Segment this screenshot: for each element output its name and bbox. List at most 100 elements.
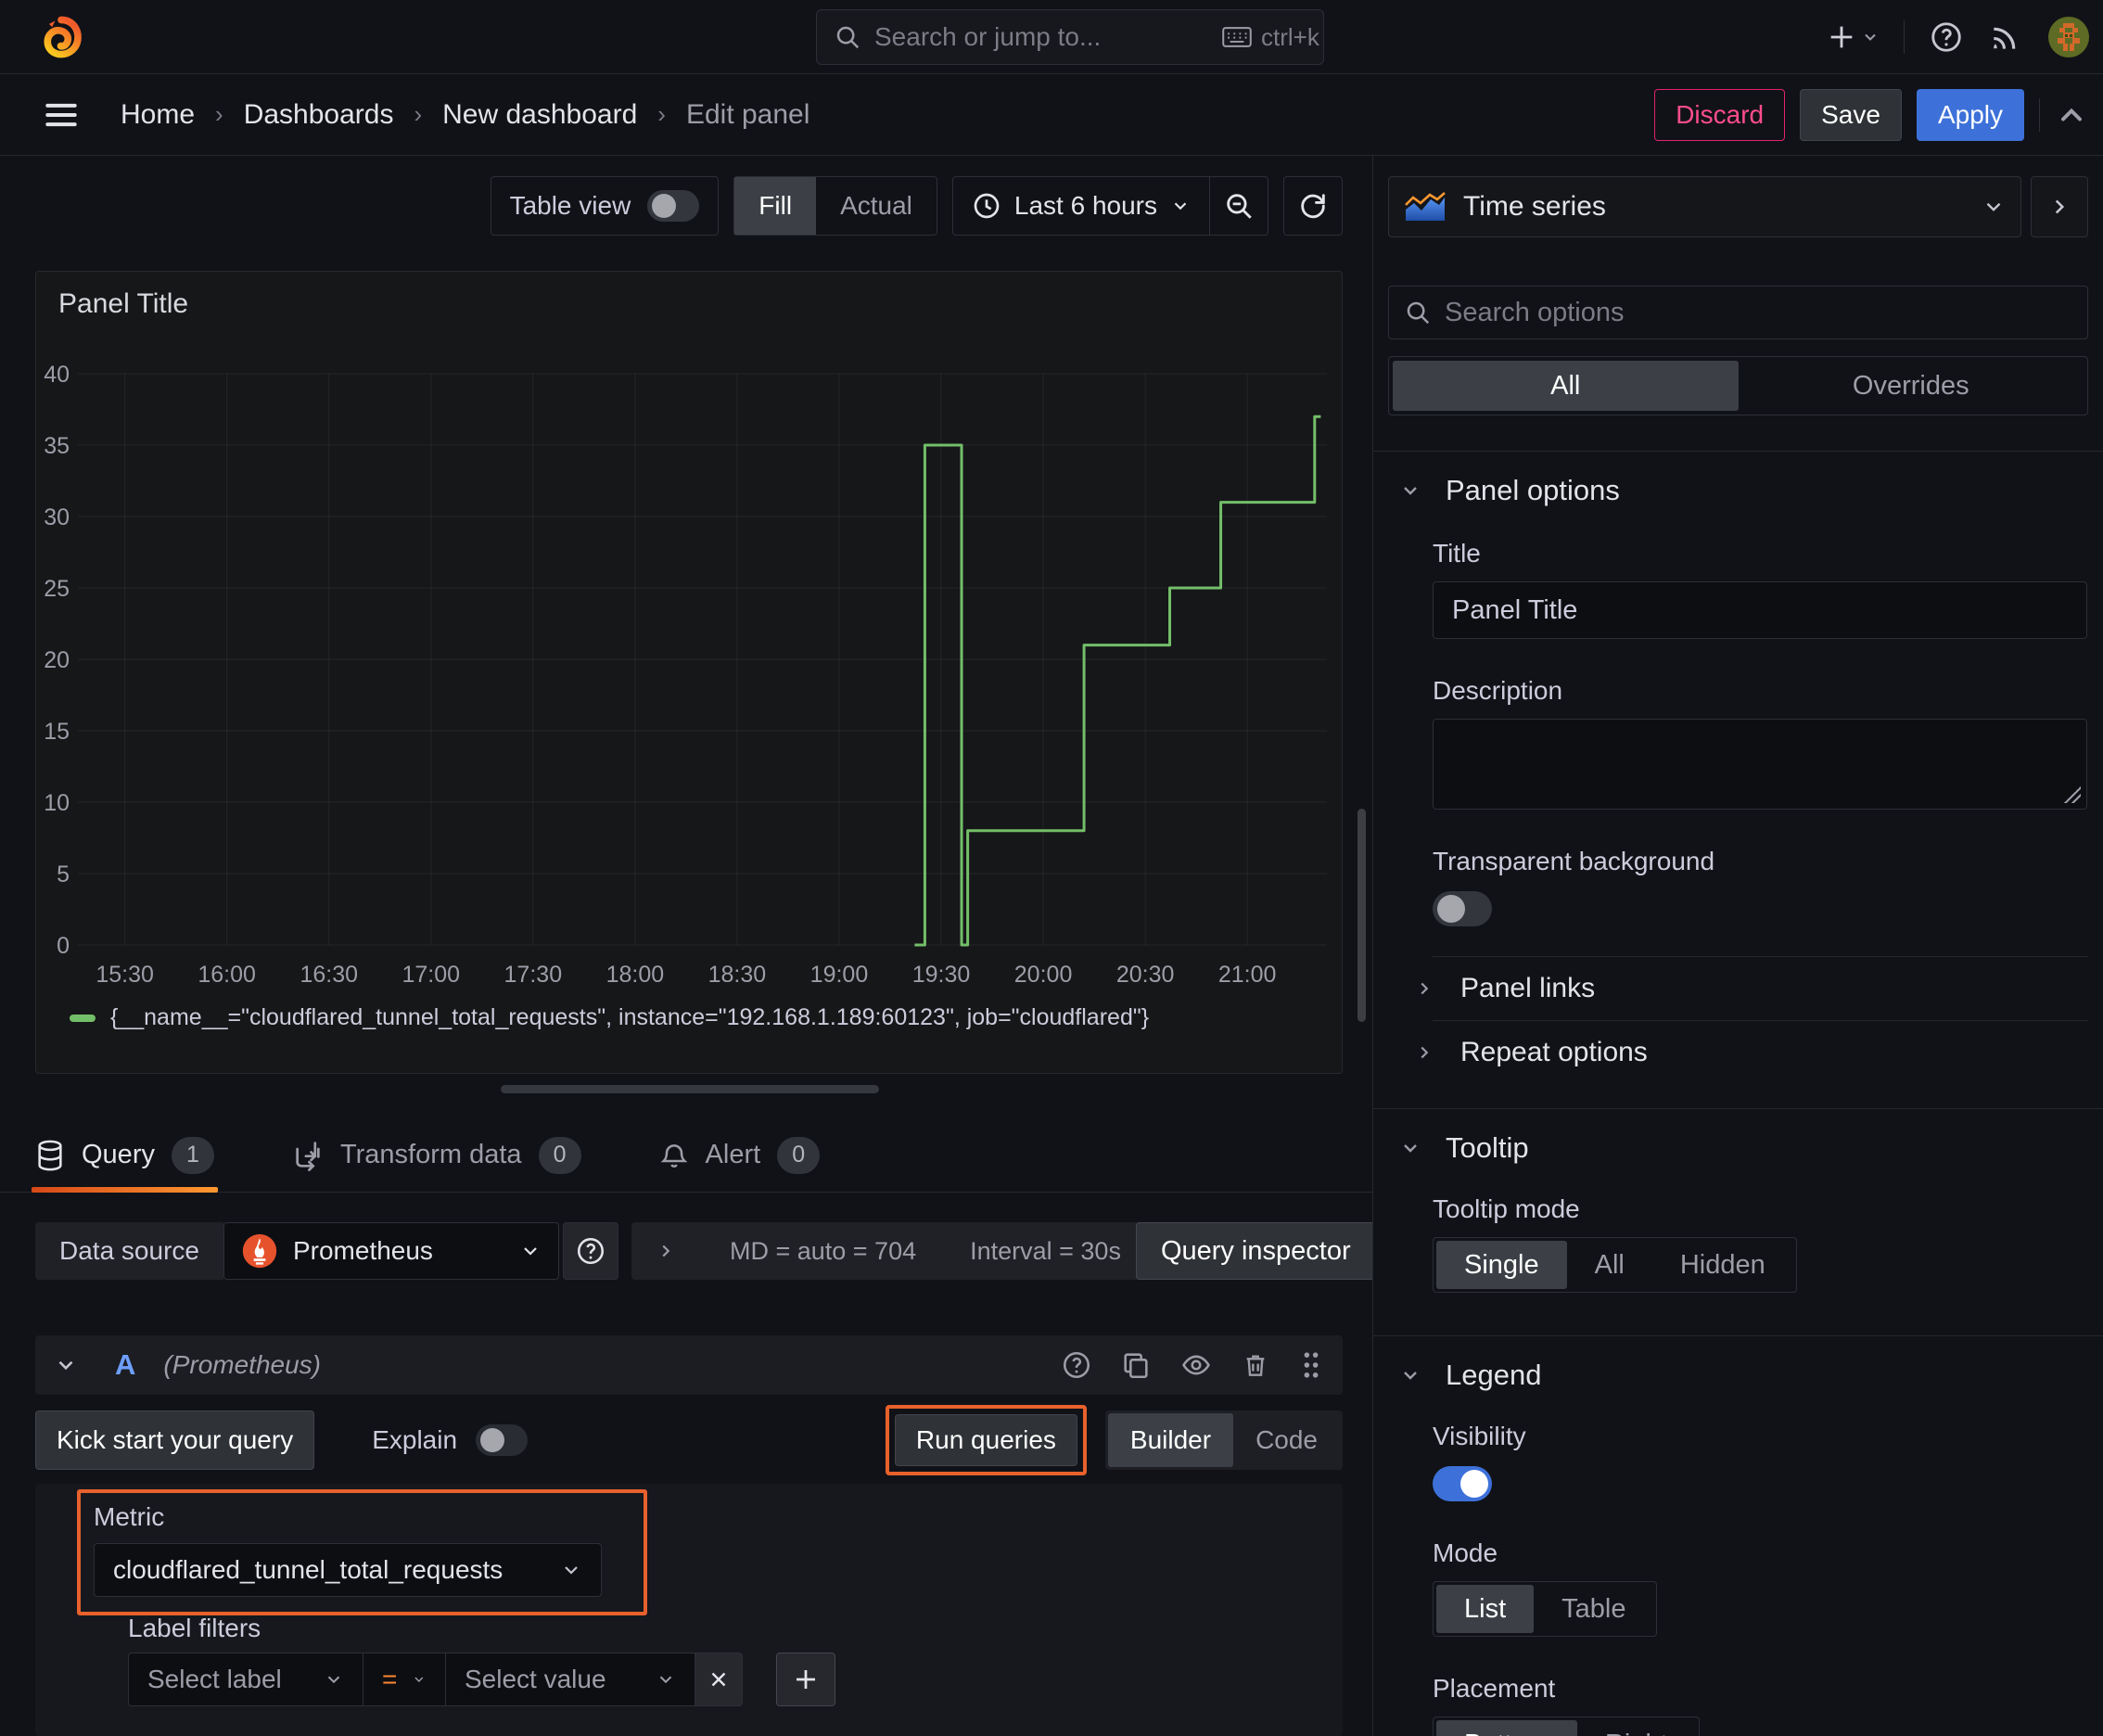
datasource-help-button[interactable]	[562, 1222, 618, 1280]
table-view-control: Table view	[490, 176, 720, 236]
chevron-down-icon[interactable]	[54, 1353, 78, 1377]
tab-query[interactable]: Query 1	[32, 1118, 218, 1193]
datasource-row: Data source Prometheus MD = auto = 704 I…	[35, 1222, 1376, 1280]
discard-button[interactable]: Discard	[1654, 88, 1786, 141]
breadcrumb-bar: Home › Dashboards › New dashboard › Edit…	[0, 74, 2103, 156]
time-range-picker[interactable]: Last 6 hours	[953, 177, 1209, 235]
options-search[interactable]	[1388, 286, 2088, 339]
menu-toggle-icon[interactable]	[41, 95, 82, 135]
mode-list-option[interactable]: List	[1436, 1585, 1535, 1633]
svg-text:10: 10	[44, 790, 70, 816]
duplicate-query-icon[interactable]	[1120, 1349, 1152, 1381]
tooltip-all-option[interactable]: All	[1567, 1241, 1652, 1289]
run-queries-button[interactable]: Run queries	[894, 1414, 1077, 1466]
divider	[2039, 97, 2040, 132]
fill-option[interactable]: Fill	[734, 177, 817, 235]
collapse-header-icon[interactable]	[2055, 98, 2088, 132]
query-inspector-button[interactable]: Query inspector	[1135, 1222, 1376, 1280]
remove-filter-button[interactable]	[695, 1653, 743, 1706]
options-search-input[interactable]	[1445, 297, 2072, 328]
query-ref-datasource: (Prometheus)	[163, 1350, 322, 1379]
description-textarea[interactable]	[1433, 719, 2087, 810]
visualization-picker[interactable]: Time series	[1388, 176, 2021, 237]
global-search-input[interactable]	[874, 22, 1209, 52]
svg-text:17:30: 17:30	[504, 962, 563, 988]
grafana-logo-icon[interactable]	[39, 15, 83, 59]
breadcrumb-dashboards[interactable]: Dashboards	[244, 99, 394, 131]
code-option[interactable]: Code	[1233, 1413, 1340, 1467]
section-repeat-options[interactable]: Repeat options	[1414, 1021, 2088, 1084]
chevron-down-icon	[414, 1677, 424, 1682]
svg-text:20: 20	[44, 647, 70, 673]
chevron-right-icon: ›	[414, 100, 423, 128]
breadcrumb-new-dashboard[interactable]: New dashboard	[442, 99, 637, 131]
transparent-bg-toggle[interactable]	[1433, 891, 1492, 926]
legend-visibility-toggle[interactable]	[1433, 1466, 1492, 1501]
zoom-out-button[interactable]	[1210, 176, 1268, 236]
datasource-picker[interactable]: Prometheus	[223, 1222, 559, 1280]
svg-text:18:00: 18:00	[606, 962, 665, 988]
explain-toggle[interactable]	[476, 1424, 529, 1456]
select-label-dropdown[interactable]: Select label	[128, 1653, 363, 1706]
svg-text:5: 5	[57, 862, 70, 887]
timeseries-plot: 0 5 10 15 20 25 30 35 40 15:30 16:00 16:30 17:00 17:3…	[44, 362, 1327, 988]
delete-query-icon[interactable]	[1241, 1349, 1270, 1381]
table-view-toggle[interactable]	[647, 190, 700, 222]
search-icon	[1404, 299, 1432, 326]
section-panel-links[interactable]: Panel links	[1414, 957, 2088, 1020]
breadcrumb-home[interactable]: Home	[121, 99, 195, 131]
scrollbar-thumb[interactable]	[1357, 809, 1366, 1022]
global-search[interactable]: ctrl+k	[816, 9, 1324, 65]
actual-option[interactable]: Actual	[816, 177, 937, 235]
apply-button[interactable]: Apply	[1916, 88, 2024, 141]
news-feed-icon[interactable]	[1988, 19, 2023, 55]
query-help-icon[interactable]	[1061, 1349, 1092, 1381]
select-value-dropdown[interactable]: Select value	[445, 1653, 695, 1706]
series-label: {__name__="cloudflared_tunnel_total_requ…	[110, 1004, 1150, 1030]
operator-dropdown[interactable]: =	[363, 1653, 446, 1706]
metric-select[interactable]: cloudflared_tunnel_total_requests	[94, 1543, 602, 1597]
refresh-button[interactable]	[1284, 176, 1342, 236]
add-filter-button[interactable]	[776, 1653, 835, 1706]
tab-overrides[interactable]: Overrides	[1739, 361, 2084, 411]
placement-bottom-option[interactable]: Bottom	[1436, 1720, 1577, 1736]
label-filter-row: Select label = Select value	[128, 1653, 835, 1706]
tab-all[interactable]: All	[1393, 361, 1739, 411]
tab-transform-data[interactable]: Transform data 0	[292, 1118, 581, 1192]
save-button[interactable]: Save	[1800, 88, 1902, 141]
panel-resize-handle[interactable]	[501, 1085, 879, 1093]
tooltip-single-option[interactable]: Single	[1436, 1241, 1567, 1289]
legend-item[interactable]: {__name__="cloudflared_tunnel_total_requ…	[70, 1004, 1149, 1031]
builder-option[interactable]: Builder	[1107, 1413, 1234, 1467]
resize-grip-icon[interactable]	[2064, 786, 2081, 803]
drag-handle-icon[interactable]	[1298, 1349, 1324, 1381]
help-button[interactable]	[1929, 19, 1964, 55]
panel-title-input[interactable]	[1433, 581, 2087, 639]
panel-toolbar: Table view Fill Actual Last 6 hours	[490, 176, 1343, 236]
hide-query-icon[interactable]	[1179, 1349, 1213, 1381]
tooltip-hidden-option[interactable]: Hidden	[1652, 1241, 1793, 1289]
placement-right-option[interactable]: Right	[1577, 1720, 1696, 1736]
mode-table-option[interactable]: Table	[1534, 1585, 1653, 1633]
user-avatar[interactable]	[2047, 16, 2090, 58]
run-queries-highlight: Run queries	[885, 1405, 1087, 1475]
add-new-button[interactable]	[1826, 21, 1880, 53]
section-tooltip[interactable]: Tooltip	[1388, 1109, 2088, 1183]
keyboard-icon	[1222, 26, 1252, 48]
chevron-down-icon	[1404, 1372, 1417, 1380]
kick-start-query-button[interactable]: Kick start your query	[35, 1410, 315, 1470]
placement-label: Placement	[1433, 1674, 1556, 1703]
tab-alert[interactable]: Alert 0	[659, 1118, 821, 1192]
svg-text:16:00: 16:00	[198, 962, 256, 988]
svg-text:15: 15	[44, 719, 70, 745]
section-panel-options[interactable]: Panel options	[1388, 452, 2088, 526]
datasource-label: Data source	[35, 1222, 223, 1280]
toggle-viz-suggestions-button[interactable]	[2031, 176, 2088, 237]
query-ref-id[interactable]: A	[115, 1348, 135, 1382]
query-row-header[interactable]: A (Prometheus)	[35, 1335, 1343, 1395]
chevron-right-icon	[1421, 982, 1429, 995]
svg-text:21:00: 21:00	[1218, 962, 1277, 988]
chevron-right-icon[interactable]	[656, 1241, 676, 1261]
options-tabs: All Overrides	[1388, 356, 2088, 415]
section-legend[interactable]: Legend	[1388, 1336, 2088, 1410]
